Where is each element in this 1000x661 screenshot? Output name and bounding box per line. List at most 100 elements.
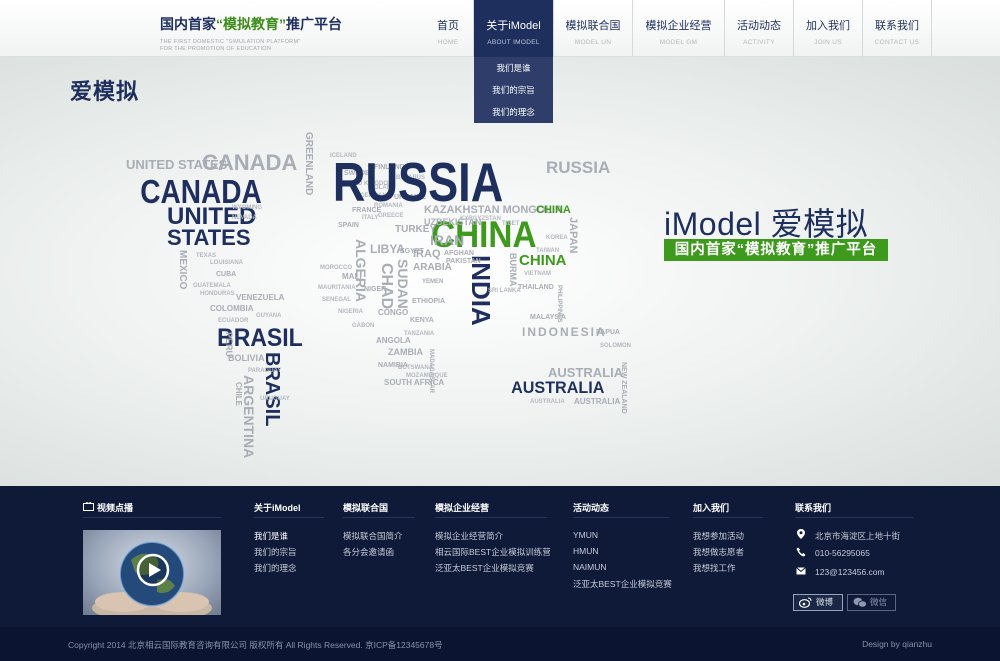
map-word: RUSSIA — [546, 158, 610, 177]
footer-link[interactable]: 我们的宗旨 — [254, 546, 297, 558]
map-word: ANGOLA — [376, 336, 411, 345]
map-word: IRAN — [430, 232, 464, 248]
weixin-label: 微信 — [870, 597, 888, 607]
dropdown-item-who-we-are[interactable]: 我们是谁 — [474, 57, 553, 79]
video-thumbnail[interactable] — [83, 530, 221, 615]
map-word: CANADA — [202, 150, 297, 175]
map-word: COLOMBIA — [210, 304, 254, 313]
map-word: INDONESIA — [522, 325, 607, 339]
nav-about[interactable]: 关于iModel ABOUT IMODEL — [473, 0, 553, 57]
slogan-highlight: “模拟教育” — [216, 16, 286, 32]
map-word: SPAIN — [338, 222, 359, 229]
map-word: PAPUA — [596, 329, 620, 336]
nav-model-gm[interactable]: 模拟企业经营 MODEL GM — [632, 0, 724, 57]
svg-text:NIGERIA: NIGERIA — [338, 309, 364, 315]
footer-col-title-contact: 联系我们 — [795, 503, 832, 513]
svg-text:KYRGYZSTAN: KYRGYZSTAN — [460, 216, 501, 222]
nav-contact-us-en: CONTACT US — [874, 39, 920, 46]
map-word: STATES — [167, 225, 251, 250]
map-word: PAKISTAN — [446, 258, 481, 265]
map-word: KENYA — [410, 317, 434, 324]
svg-text:HONDURAS: HONDURAS — [200, 291, 235, 297]
divider — [573, 517, 669, 518]
svg-text:ITALY: ITALY — [362, 215, 378, 221]
video-icon — [83, 502, 94, 511]
svg-text:TAIWAN: TAIWAN — [536, 248, 559, 254]
dropdown-item-our-philosophy[interactable]: 我们的理念 — [474, 101, 553, 123]
slogan-prefix: 国内首家 — [160, 16, 216, 32]
map-word: PHILIPPINES — [556, 285, 562, 322]
nav-contact-us[interactable]: 联系我们 CONTACT US — [862, 0, 932, 57]
weibo-label: 微博 — [816, 597, 834, 607]
map-word: NEW ZEALAND — [620, 362, 627, 414]
svg-text:GUYANA: GUYANA — [256, 313, 282, 319]
footer-link[interactable]: 模拟联合国简介 — [343, 530, 403, 542]
nav-join-us[interactable]: 加入我们 JOIN US — [793, 0, 862, 57]
nav-activity-label: 活动动态 — [737, 20, 781, 32]
dropdown-item-our-mission[interactable]: 我们的宗旨 — [474, 79, 553, 101]
footer-link[interactable]: 我想做志愿者 — [693, 546, 744, 558]
svg-text:GABON: GABON — [352, 323, 374, 329]
map-word: SUDAN — [395, 259, 411, 309]
map-word: CONGO — [378, 308, 408, 317]
nav-join-us-en: JOIN US — [814, 39, 842, 46]
map-word: SOUTH AFRICA — [384, 378, 444, 387]
nav-join-us-label: 加入我们 — [806, 20, 850, 32]
site-header: 国内首家“模拟教育”推广平台 THE FIRST DOMESTIC "SIMUL… — [0, 0, 1000, 57]
divider — [693, 517, 763, 518]
slogan-main: 国内首家“模拟教育”推广平台 — [160, 14, 342, 34]
map-word: MALI — [342, 272, 362, 281]
map-word: CHINA — [536, 204, 571, 216]
copyright-bar: Copyright 2014 北京相云国际教育咨询有限公司 版权所有 All R… — [0, 627, 1000, 661]
footer-link[interactable]: 我们的理念 — [254, 562, 297, 574]
map-word: CUBA — [216, 271, 236, 278]
map-word: BRASIL — [261, 352, 283, 426]
map-word: EGYPT — [400, 248, 424, 255]
svg-text:MOZAMBIQUE: MOZAMBIQUE — [406, 373, 448, 379]
location-pin-icon — [797, 529, 805, 539]
mail-icon — [796, 567, 806, 575]
svg-text:NEVADA: NEVADA — [232, 215, 258, 221]
footer-link[interactable]: 我想找工作 — [693, 562, 736, 574]
footer-link[interactable]: 各分会邀请函 — [343, 546, 394, 558]
footer-col-title-model-un: 模拟联合国 — [343, 503, 389, 513]
footer-link[interactable]: NAIMUN — [573, 562, 607, 572]
footer-link[interactable]: HMUN — [573, 546, 599, 556]
logo-cn: 爱模拟 — [70, 79, 140, 104]
slogan-en: THE FIRST DOMESTIC "SIMULATION PLATFORM"… — [160, 39, 342, 53]
footer-link[interactable]: 我想参加活动 — [693, 530, 744, 542]
svg-text:URUGUAY: URUGUAY — [260, 396, 290, 402]
footer-link[interactable]: 泛亚太BEST企业模拟竞赛 — [435, 562, 534, 574]
divider — [343, 517, 415, 518]
svg-text:MOROCCO: MOROCCO — [320, 265, 352, 271]
map-word: VENEZUELA — [236, 293, 285, 302]
video-title: 视频点播 — [97, 503, 134, 513]
nav-model-gm-en: MODEL GM — [659, 39, 698, 46]
svg-text:LOUISIANA: LOUISIANA — [210, 260, 244, 266]
slogan-en-line1: THE FIRST DOMESTIC "SIMULATION PLATFORM" — [160, 39, 301, 45]
footer-col-title-about: 关于iModel — [254, 503, 301, 513]
slogan-en-line2: FOR THE PROMOTION OF EDUCATION — [160, 46, 272, 52]
footer-link[interactable]: 泛亚太BEST企业模拟竞赛 — [573, 578, 672, 590]
svg-text:PARAGUAY: PARAGUAY — [248, 368, 281, 374]
play-icon[interactable] — [136, 553, 170, 587]
footer-link[interactable]: 相云国际BEST企业模拟训练营 — [435, 546, 551, 558]
footer-link[interactable]: 模拟企业经营简介 — [435, 530, 503, 542]
nav-activity[interactable]: 活动动态 ACTIVITY — [724, 0, 793, 57]
svg-text:WYOMING: WYOMING — [232, 205, 262, 211]
map-word: ETHIOPIA — [412, 298, 445, 305]
site-footer: 视频点播 关于iModel 我们是谁 我们的宗旨 我们的理念 模拟联合国 模拟联… — [0, 486, 1000, 627]
nav-home[interactable]: 首页 HOME — [423, 0, 473, 57]
divider — [83, 517, 221, 518]
svg-text:GUATEMALA: GUATEMALA — [193, 283, 232, 289]
nav-model-un[interactable]: 模拟联合国 MODEL UN — [553, 0, 632, 57]
divider — [795, 517, 913, 518]
nav-activity-en: ACTIVITY — [743, 39, 775, 46]
copyright-text: Copyright 2014 北京相云国际教育咨询有限公司 版权所有 All R… — [68, 640, 443, 650]
weibo-button[interactable]: 微博 — [793, 594, 843, 611]
footer-link[interactable]: 我们是谁 — [254, 530, 288, 542]
footer-link[interactable]: YMUN — [573, 530, 598, 540]
nav-model-un-label: 模拟联合国 — [565, 20, 621, 32]
map-word: AUSTRALIA — [511, 378, 604, 397]
weixin-button[interactable]: 微信 — [847, 594, 896, 611]
